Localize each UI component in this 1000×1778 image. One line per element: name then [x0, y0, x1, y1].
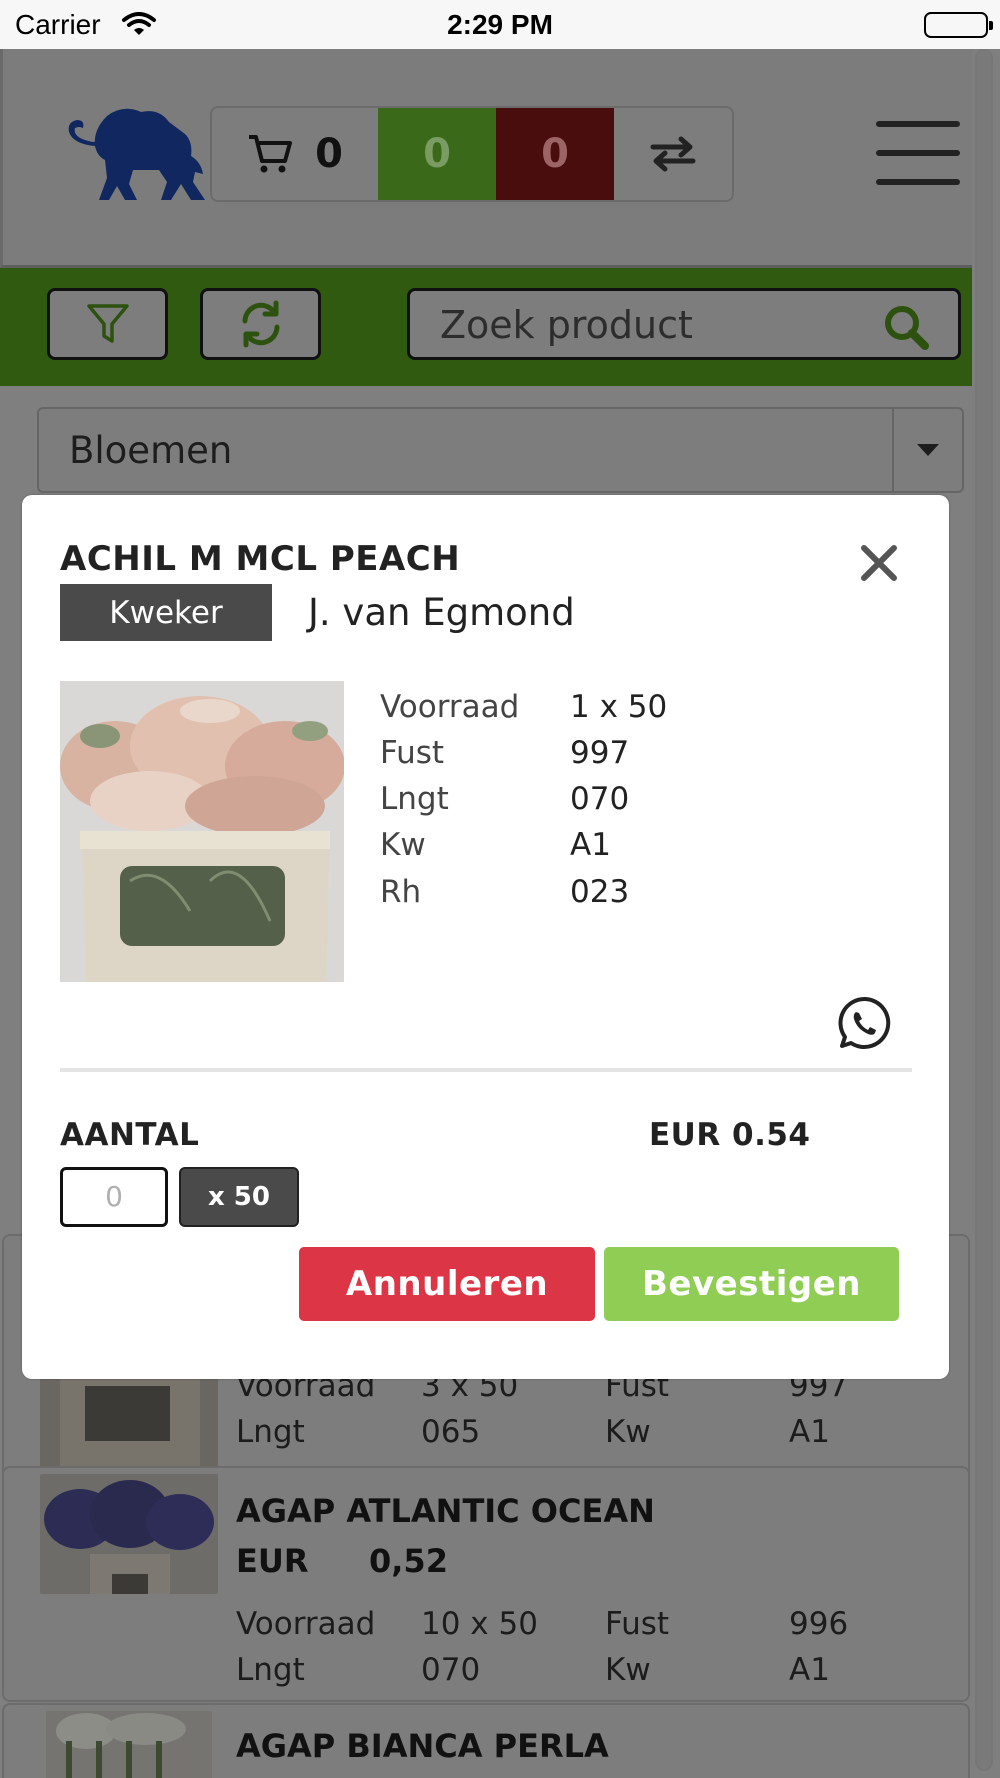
spec-label: Voorraad	[236, 1606, 376, 1642]
status-bar: Carrier 2:29 PM	[0, 0, 1000, 49]
battery-icon	[924, 12, 993, 38]
grower-badge: Kweker	[60, 584, 272, 641]
modal-title: ACHIL M MCL PEACH	[60, 539, 461, 579]
quantity-input[interactable]: 0	[60, 1167, 168, 1227]
rejected-count-button[interactable]: 0	[496, 108, 614, 200]
search-input[interactable]: Zoek product	[407, 288, 961, 360]
product-order-modal: ACHIL M MCL PEACH Kweker J. van Egmond V…	[22, 495, 949, 1379]
search-placeholder: Zoek product	[440, 303, 693, 347]
list-item[interactable]: AGAP ATLANTIC OCEAN EUR 0,52 Voorraad 10…	[2, 1466, 970, 1702]
red-count: 0	[541, 131, 569, 177]
product-name: AGAP BIANCA PERLA	[236, 1727, 609, 1765]
product-thumbnail	[46, 1711, 212, 1778]
filter-button[interactable]	[47, 288, 168, 360]
whatsapp-icon[interactable]	[837, 995, 893, 1055]
chevron-down-icon	[892, 409, 962, 491]
product-name: AGAP ATLANTIC OCEAN	[236, 1492, 655, 1530]
cart-icon	[249, 135, 293, 173]
product-photo	[60, 681, 344, 982]
app-header: 0 0 0	[0, 49, 972, 268]
spec-label: Rh	[380, 874, 422, 910]
product-thumbnail	[40, 1474, 218, 1594]
spec-value: A1	[789, 1414, 830, 1450]
green-count: 0	[423, 131, 451, 177]
spec-label: Voorraad	[380, 689, 520, 725]
menu-icon[interactable]	[876, 121, 960, 208]
swap-button[interactable]	[614, 108, 732, 200]
list-item[interactable]: AGAP BIANCA PERLA	[2, 1703, 970, 1778]
spec-label: Fust	[605, 1606, 670, 1642]
spec-value: A1	[789, 1652, 830, 1688]
filter-toolbar: Zoek product	[0, 268, 972, 386]
spec-value: 070	[570, 781, 630, 817]
spec-label: Kw	[380, 827, 426, 863]
product-currency: EUR	[236, 1542, 309, 1580]
spec-label: Lngt	[380, 781, 449, 817]
refresh-button[interactable]	[200, 288, 321, 360]
spec-value: 023	[570, 874, 630, 910]
multiplier-button[interactable]: x 50	[179, 1167, 299, 1227]
spec-value: 997	[570, 735, 630, 771]
lion-logo[interactable]	[63, 104, 213, 208]
spec-label: Fust	[380, 735, 445, 771]
scrollbar[interactable]	[972, 49, 1000, 1778]
filter-icon	[86, 304, 129, 343]
spec-value: 1 x 50	[570, 689, 668, 725]
spec-value: A1	[570, 827, 611, 863]
search-icon[interactable]	[882, 303, 930, 355]
price-label: EUR 0.54	[649, 1117, 811, 1153]
spec-label: Lngt	[236, 1414, 305, 1450]
cart-button[interactable]: 0	[212, 108, 378, 200]
cart-count: 0	[315, 131, 343, 177]
cancel-button[interactable]: Annuleren	[299, 1247, 595, 1321]
divider	[60, 1068, 912, 1072]
spec-label: Kw	[605, 1414, 651, 1450]
swap-icon	[650, 136, 696, 172]
spec-value: 996	[789, 1606, 849, 1642]
quantity-label: AANTAL	[60, 1117, 200, 1153]
clock: 2:29 PM	[447, 9, 553, 40]
order-counters: 0 0 0	[210, 106, 734, 202]
refresh-icon	[242, 300, 279, 348]
spec-value: 065	[421, 1414, 481, 1450]
spec-value: 070	[421, 1652, 481, 1688]
category-select[interactable]: Bloemen	[37, 407, 964, 493]
spec-value: 10 x 50	[421, 1606, 538, 1642]
product-price: 0,52	[369, 1542, 448, 1580]
confirmed-count-button[interactable]: 0	[378, 108, 496, 200]
category-selected: Bloemen	[69, 429, 233, 472]
spec-label: Lngt	[236, 1652, 305, 1688]
grower-name: J. van Egmond	[308, 591, 575, 634]
spec-label: Kw	[605, 1652, 651, 1688]
confirm-button[interactable]: Bevestigen	[604, 1247, 899, 1321]
close-icon[interactable]	[859, 543, 899, 583]
